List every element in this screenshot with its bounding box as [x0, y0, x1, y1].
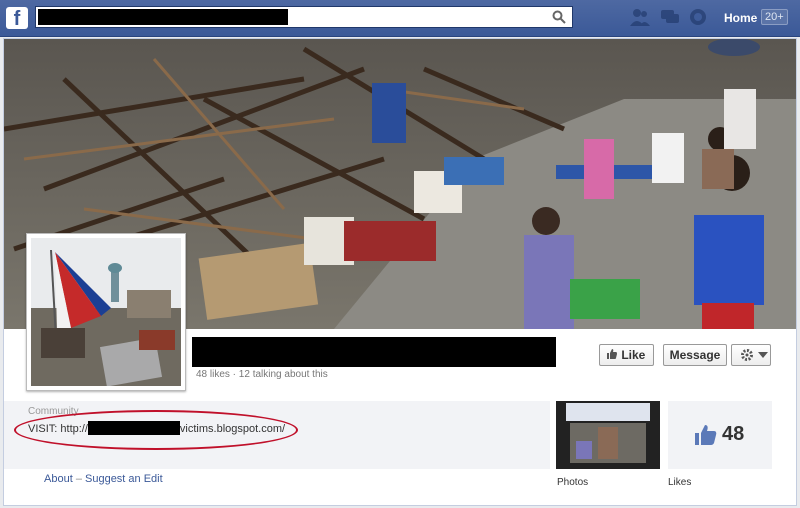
message-button-label: Message	[669, 348, 721, 362]
profile-picture[interactable]	[26, 233, 186, 391]
top-navigation-bar: f Home 20+	[0, 0, 800, 37]
redacted-page-name	[192, 337, 556, 367]
search-input[interactable]	[35, 6, 573, 28]
notifications-icon[interactable]	[688, 8, 708, 26]
page-stats: 48 likes · 12 talking about this	[196, 369, 328, 380]
like-button[interactable]: Like	[599, 344, 654, 366]
notification-badge[interactable]: 20+	[761, 9, 788, 25]
likes-tile[interactable]	[668, 401, 772, 469]
thumbs-up-icon	[695, 425, 717, 445]
photos-label[interactable]: Photos	[557, 477, 588, 488]
likes-label[interactable]: Likes	[668, 477, 691, 488]
about-link[interactable]: About	[44, 473, 73, 485]
suggest-edit-link[interactable]: Suggest an Edit	[85, 473, 163, 485]
photos-thumbnail	[556, 401, 660, 469]
page-card: 48 likes · 12 talking about this Like Me…	[3, 38, 797, 506]
messages-icon[interactable]	[660, 8, 680, 26]
chevron-down-icon	[758, 352, 768, 358]
link-separator: –	[75, 473, 82, 485]
page-options-button[interactable]	[731, 344, 771, 366]
facebook-logo[interactable]: f	[6, 7, 28, 30]
about-links: About – Suggest an Edit	[44, 473, 163, 485]
search-icon[interactable]	[552, 10, 566, 24]
home-link[interactable]: Home	[724, 11, 757, 25]
thumbs-up-icon	[607, 349, 617, 359]
highlight-circle	[14, 410, 298, 450]
friend-requests-icon[interactable]	[630, 8, 650, 26]
photos-tile[interactable]	[556, 401, 660, 469]
gear-icon	[741, 349, 753, 361]
likes-count: 48	[722, 423, 745, 445]
message-button[interactable]: Message	[663, 344, 727, 366]
redacted-search-text	[38, 9, 288, 25]
like-button-label: Like	[621, 348, 646, 362]
